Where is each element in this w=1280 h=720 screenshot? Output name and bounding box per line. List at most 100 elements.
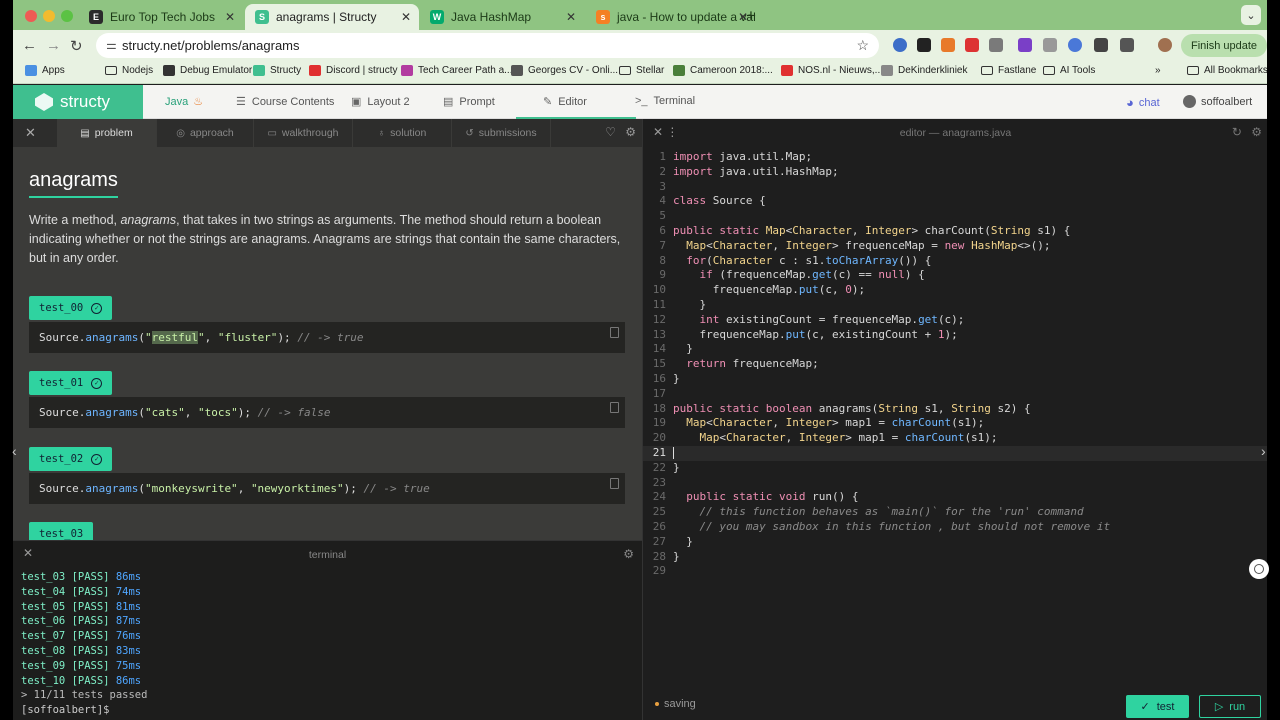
code-line[interactable]: 10 frequenceMap.put(c, 0);	[643, 283, 1267, 298]
tab-submissions[interactable]: ↺ submissions	[452, 119, 551, 147]
code-line[interactable]: 24 public static void run() {	[643, 490, 1267, 505]
code-line[interactable]: 4 class Source {	[643, 194, 1267, 209]
code-line[interactable]: 21	[643, 445, 1267, 461]
bookmark-item[interactable]: DeKinderkliniek	[881, 65, 967, 76]
bookmark-item[interactable]: Apps	[25, 65, 65, 76]
new-tab-button[interactable]: +	[746, 6, 756, 26]
code-line[interactable]: 2 import java.util.HashMap;	[643, 165, 1267, 180]
code-line[interactable]: 22}	[643, 461, 1267, 476]
browser-tab[interactable]: W Java HashMap ✕	[420, 4, 584, 30]
code-line[interactable]: 13 frequenceMap.put(c, existingCount + 1…	[643, 328, 1267, 343]
bookmark-item[interactable]: AI Tools	[1043, 65, 1095, 76]
tab-approach[interactable]: ◎ approach	[157, 119, 254, 147]
chat-link[interactable]: ◕ chat	[1126, 95, 1160, 110]
code-line[interactable]: 29	[643, 564, 1267, 579]
code-line[interactable]: 26 // you may sandbox in this function ,…	[643, 520, 1267, 535]
code-line[interactable]: 15 return frequenceMap;	[643, 357, 1267, 372]
code-line[interactable]: 7 Map<Character, Integer> frequenceMap =…	[643, 239, 1267, 254]
nav-terminal[interactable]: >_ Terminal	[635, 95, 695, 107]
bookmark-item[interactable]: Stellar	[619, 65, 664, 76]
user-menu[interactable]: soffoalbert	[1183, 95, 1252, 108]
close-window-icon[interactable]	[25, 10, 37, 22]
code-line[interactable]: 18 public static boolean anagrams(String …	[643, 402, 1267, 417]
code-line[interactable]: 16}	[643, 372, 1267, 387]
bookmark-item[interactable]: Debug Emulator	[163, 65, 252, 76]
nav-editor[interactable]: ✎ Editor	[543, 95, 587, 109]
nav-course-contents[interactable]: ☰ Course Contents	[236, 95, 334, 109]
browser-tab[interactable]: E Euro Top Tech Jobs ✕	[79, 4, 243, 30]
extension-icon[interactable]	[1018, 38, 1032, 52]
gear-icon[interactable]: ⚙	[625, 125, 636, 139]
code-line[interactable]: 8 for(Character c : s1.toCharArray()) {	[643, 254, 1267, 269]
minimize-window-icon[interactable]	[43, 10, 55, 22]
browser-tab-active[interactable]: S anagrams | Structy ✕	[245, 4, 419, 30]
code-line[interactable]: 5	[643, 209, 1267, 224]
site-settings-icon[interactable]: ⚌	[106, 38, 117, 52]
address-bar[interactable]: ⚌ structy.net/problems/anagrams ☆	[96, 33, 879, 58]
code-line[interactable]: 3	[643, 180, 1267, 195]
close-pane-icon[interactable]: ✕	[25, 125, 36, 141]
extension-icon[interactable]	[965, 38, 979, 52]
reset-icon[interactable]: ↻	[1232, 125, 1242, 139]
terminal-output[interactable]: test_03 [PASS] 86ms test_04 [PASS] 74ms te…	[21, 570, 147, 718]
more-bookmarks-icon[interactable]: »	[1155, 65, 1161, 76]
code-line[interactable]: 28}	[643, 550, 1267, 565]
extension-icon[interactable]	[989, 38, 1003, 52]
tab-walkthrough[interactable]: ▭ walkthrough	[254, 119, 353, 147]
collapse-right-icon[interactable]: ›	[1261, 443, 1266, 459]
code-line[interactable]: 20 Map<Character, Integer> map1 = charCo…	[643, 431, 1267, 446]
gear-icon[interactable]: ⚙	[1251, 125, 1262, 139]
extension-icon[interactable]	[1094, 38, 1108, 52]
run-button[interactable]: ▷ run	[1199, 695, 1261, 718]
language-selector[interactable]: Java ♨	[165, 95, 203, 109]
close-tab-icon[interactable]: ✕	[566, 10, 576, 24]
code-line[interactable]: 25 // this function behaves as `main()` …	[643, 505, 1267, 520]
code-line[interactable]: 9 if (frequenceMap.get(c) == null) {	[643, 268, 1267, 283]
terminal-prompt[interactable]: [soffoalbert]$	[21, 703, 147, 718]
nav-layout[interactable]: ▣ Layout 2	[351, 95, 410, 109]
code-line[interactable]: 27 }	[643, 535, 1267, 550]
copy-icon[interactable]	[610, 402, 619, 413]
extension-icon[interactable]	[1043, 38, 1057, 52]
browser-tab[interactable]: s java - How to update a value... ✕	[586, 4, 756, 30]
bookmark-item[interactable]: Fastlane	[981, 65, 1036, 76]
maximize-window-icon[interactable]	[61, 10, 73, 22]
copy-icon[interactable]	[610, 478, 619, 489]
bookmark-item[interactable]: Nodejs	[105, 65, 153, 76]
reload-button[interactable]: ↻	[70, 37, 83, 55]
tab-problem[interactable]: ▤ problem	[57, 119, 157, 147]
code-editor[interactable]: 1 import java.util.Map; 2 import java.util.…	[643, 150, 1267, 579]
all-bookmarks-button[interactable]: All Bookmarks	[1187, 65, 1267, 76]
bookmark-item[interactable]: Cameroon 2018:...	[673, 65, 773, 76]
tab-search-icon[interactable]: ⌄	[1241, 5, 1261, 25]
structy-logo[interactable]: structy	[13, 85, 143, 119]
close-tab-icon[interactable]: ✕	[401, 10, 411, 24]
code-line[interactable]: 14 }	[643, 342, 1267, 357]
code-line[interactable]: 23	[643, 476, 1267, 491]
test-button[interactable]: ✓ test	[1126, 695, 1189, 718]
bookmark-star-icon[interactable]: ☆	[856, 37, 869, 54]
bookmark-item[interactable]: Structy	[253, 65, 301, 76]
extension-icon[interactable]	[893, 38, 907, 52]
gear-icon[interactable]: ⚙	[623, 547, 634, 561]
extension-icon[interactable]	[1068, 38, 1082, 52]
code-line[interactable]: 19 Map<Character, Integer> map1 = charCo…	[643, 416, 1267, 431]
code-line[interactable]: 12 int existingCount = frequenceMap.get(…	[643, 313, 1267, 328]
bookmark-item[interactable]: Discord | structy	[309, 65, 398, 76]
extensions-puzzle-icon[interactable]	[1120, 38, 1134, 52]
bookmark-item[interactable]: Tech Career Path a...	[401, 65, 513, 76]
tab-solution[interactable]: ♁ solution	[353, 119, 452, 147]
extension-icon[interactable]	[917, 38, 931, 52]
forward-button[interactable]: →	[46, 37, 61, 54]
finish-update-button[interactable]: Finish update	[1181, 34, 1267, 57]
collapse-left-icon[interactable]: ‹	[12, 443, 17, 459]
bookmark-item[interactable]: Georges CV - Onli...	[511, 65, 618, 76]
profile-avatar[interactable]	[1158, 38, 1172, 52]
back-button[interactable]: ←	[22, 37, 37, 54]
code-line[interactable]: 1 import java.util.Map;	[643, 150, 1267, 165]
heart-icon[interactable]: ♡	[605, 125, 616, 139]
extension-icon[interactable]	[941, 38, 955, 52]
code-line[interactable]: 6 public static Map<Character, Integer> c…	[643, 224, 1267, 239]
floating-widget-icon[interactable]	[1249, 559, 1269, 579]
copy-icon[interactable]	[610, 327, 619, 338]
